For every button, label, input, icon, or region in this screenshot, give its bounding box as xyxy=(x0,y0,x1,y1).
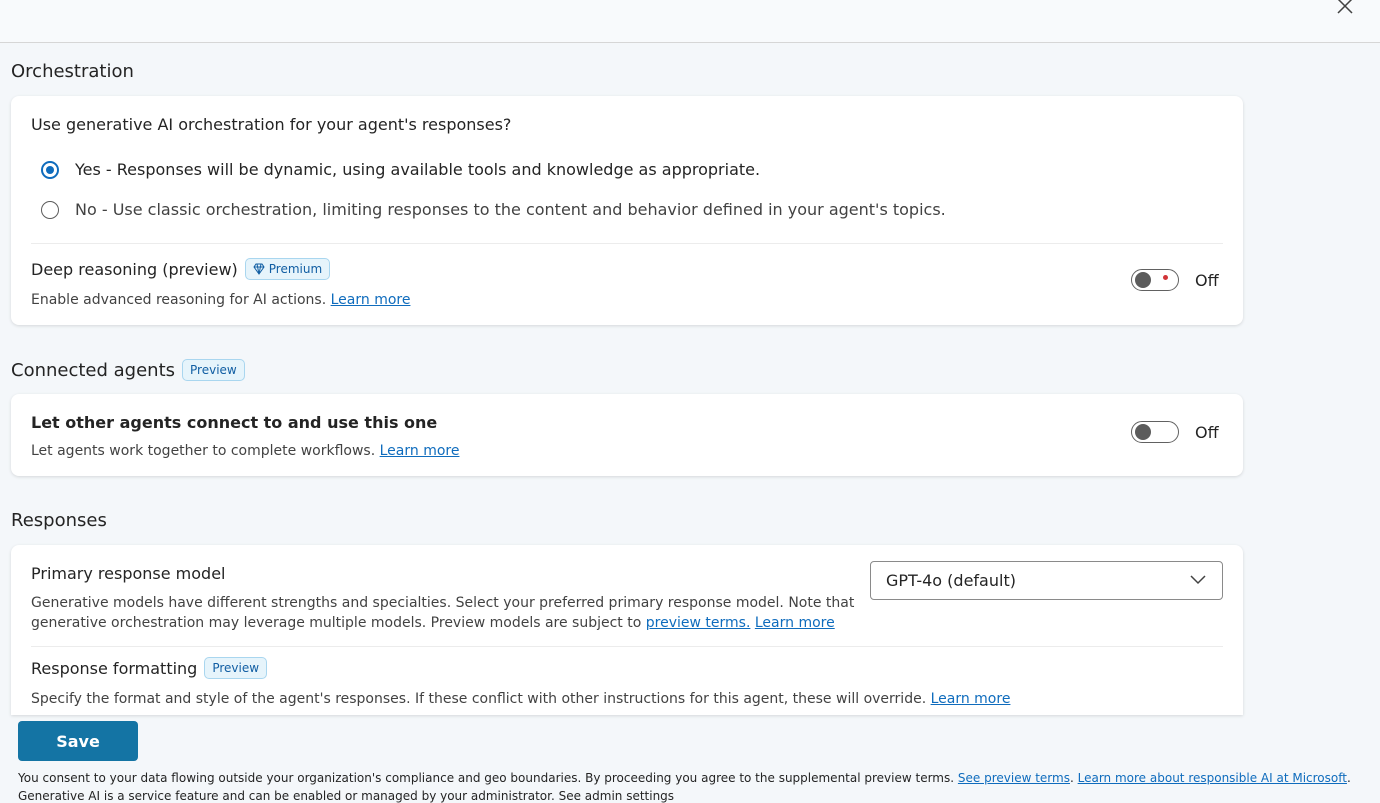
connected-agents-toggle-group: Off xyxy=(1131,421,1219,443)
deep-reasoning-toggle-group: Off xyxy=(1131,269,1219,291)
divider xyxy=(31,646,1223,647)
radio-no-indicator[interactable] xyxy=(41,200,59,219)
preview-badge-label: Preview xyxy=(190,363,237,377)
primary-model-desc-line2: generative orchestration may leverage mu… xyxy=(31,613,854,633)
footer-consent: You consent to your data flowing outside… xyxy=(18,771,1351,785)
responses-title: Responses xyxy=(11,510,107,531)
response-formatting-label: Response formatting xyxy=(31,658,198,678)
deep-reasoning-title: Deep reasoning (preview) Premium xyxy=(31,258,331,280)
primary-model-description: Generative models have different strengt… xyxy=(31,593,854,633)
responses-card: Primary response model Generative models… xyxy=(11,545,1243,715)
divider xyxy=(31,243,1223,244)
radio-yes-label: Yes - Responses will be dynamic, using a… xyxy=(75,160,761,179)
response-formatting-learn-more-link[interactable]: Learn more xyxy=(931,691,1011,707)
connected-agents-card: Let other agents connect to and use this… xyxy=(11,394,1243,476)
footer-consent-text: You consent to your data flowing outside… xyxy=(18,771,955,785)
chevron-down-icon xyxy=(1190,575,1206,585)
connected-agents-toggle-state: Off xyxy=(1195,422,1219,442)
close-icon[interactable] xyxy=(1334,0,1356,17)
primary-model-desc-line1: Generative models have different strengt… xyxy=(31,595,855,611)
top-bar xyxy=(0,0,1380,43)
radio-option-no[interactable]: No - Use classic orchestration, limiting… xyxy=(41,200,946,219)
primary-model-desc-line2-text: generative orchestration may leverage mu… xyxy=(31,615,642,631)
red-dot-marker xyxy=(1163,275,1168,280)
primary-model-title: Primary response model xyxy=(31,564,226,583)
response-formatting-desc-text: Specify the format and style of the agen… xyxy=(31,691,927,707)
premium-badge-label: Premium xyxy=(268,262,323,276)
connected-agents-learn-more-link[interactable]: Learn more xyxy=(380,443,460,459)
connected-agents-item-title: Let other agents connect to and use this… xyxy=(31,413,438,432)
deep-reasoning-toggle-state: Off xyxy=(1195,270,1219,290)
preview-badge-label: Preview xyxy=(212,661,260,675)
diamond-icon xyxy=(253,263,265,275)
radio-no-label: No - Use classic orchestration, limiting… xyxy=(75,200,946,219)
deep-reasoning-toggle[interactable] xyxy=(1131,269,1179,291)
footer-line2: Generative AI is a service feature and c… xyxy=(18,789,675,803)
radio-option-yes[interactable]: Yes - Responses will be dynamic, using a… xyxy=(41,160,760,179)
connected-agents-heading: Connected agents Preview xyxy=(11,359,245,381)
premium-badge: Premium xyxy=(244,258,331,280)
save-button[interactable]: Save xyxy=(18,721,138,761)
preview-badge: Preview xyxy=(182,359,245,381)
orchestration-heading: Orchestration xyxy=(11,61,134,82)
orchestration-question: Use generative AI orchestration for your… xyxy=(31,115,512,134)
footer-preview-terms-link[interactable]: See preview terms xyxy=(958,771,1070,785)
radio-yes-indicator[interactable] xyxy=(41,160,59,179)
toggle-knob xyxy=(1135,272,1151,288)
toggle-knob xyxy=(1135,424,1151,440)
orchestration-title: Orchestration xyxy=(11,61,134,82)
connected-agents-toggle[interactable] xyxy=(1131,421,1179,443)
deep-reasoning-learn-more-link[interactable]: Learn more xyxy=(331,292,411,308)
orchestration-card: Use generative AI orchestration for your… xyxy=(11,96,1243,325)
model-dropdown-value: GPT-4o (default) xyxy=(886,571,1016,590)
response-formatting-description: Specify the format and style of the agen… xyxy=(31,689,1010,709)
connected-agents-desc-text: Let agents work together to complete wor… xyxy=(31,443,376,459)
preview-terms-link[interactable]: preview terms. xyxy=(646,615,751,631)
footer-responsible-ai-link[interactable]: Learn more about responsible AI at Micro… xyxy=(1078,771,1347,785)
connected-agents-description: Let agents work together to complete wor… xyxy=(31,441,459,461)
model-dropdown[interactable]: GPT-4o (default) xyxy=(870,561,1223,600)
deep-reasoning-label: Deep reasoning (preview) xyxy=(31,259,238,279)
responses-heading: Responses xyxy=(11,510,107,531)
primary-model-learn-more-link[interactable]: Learn more xyxy=(755,615,835,631)
connected-agents-title: Connected agents xyxy=(11,359,176,381)
preview-badge: Preview xyxy=(204,657,268,679)
deep-reasoning-description: Enable advanced reasoning for AI actions… xyxy=(31,290,410,310)
deep-reasoning-desc-text: Enable advanced reasoning for AI actions… xyxy=(31,292,327,308)
response-formatting-title: Response formatting Preview xyxy=(31,657,268,679)
